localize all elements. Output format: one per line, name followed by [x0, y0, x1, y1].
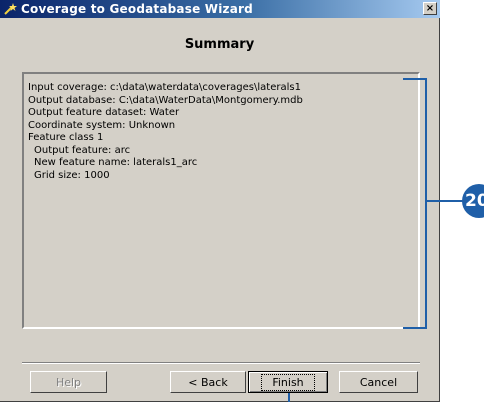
cancel-button[interactable]: Cancel: [339, 371, 418, 393]
window-title: Coverage to Geodatabase Wizard: [21, 2, 253, 16]
wizard-dialog: Coverage to Geodatabase Wizard × Summary…: [0, 0, 440, 402]
finish-callout-leader: [288, 393, 290, 402]
summary-text-box[interactable]: Input coverage: c:\data\waterdata\covera…: [22, 72, 420, 329]
summary-line: Coordinate system: Unknown: [28, 119, 176, 131]
callout-bracket-top: [403, 78, 427, 80]
callout-bracket: [425, 78, 427, 329]
summary-line: Grid size: 1000: [34, 169, 110, 181]
close-button[interactable]: ×: [423, 2, 437, 15]
wizard-wand-icon: [4, 3, 17, 15]
callout-bracket-bottom: [403, 327, 427, 329]
title-bar[interactable]: Coverage to Geodatabase Wizard ×: [0, 0, 440, 18]
back-button-label: < Back: [188, 375, 228, 389]
summary-line: Output database: C:\data\WaterData\Montg…: [28, 94, 303, 106]
close-icon: ×: [425, 2, 435, 14]
finish-button-label: Finish: [261, 373, 315, 391]
callout-leader: [425, 200, 465, 202]
page-heading: Summary: [0, 18, 439, 70]
cancel-button-label: Cancel: [359, 375, 398, 389]
finish-button[interactable]: Finish: [248, 371, 328, 393]
help-button[interactable]: Help: [30, 371, 107, 393]
summary-line: Output feature: arc: [34, 144, 131, 156]
back-button[interactable]: < Back: [170, 371, 246, 393]
button-separator: [22, 362, 420, 364]
help-button-label: Help: [55, 375, 82, 389]
callout-number-badge: 20: [462, 184, 484, 218]
summary-line: Feature class 1: [28, 132, 104, 143]
summary-line: Input coverage: c:\data\waterdata\covera…: [28, 82, 301, 93]
summary-line: New feature name: laterals1_arc: [34, 157, 198, 168]
summary-line: Output feature dataset: Water: [28, 107, 180, 118]
